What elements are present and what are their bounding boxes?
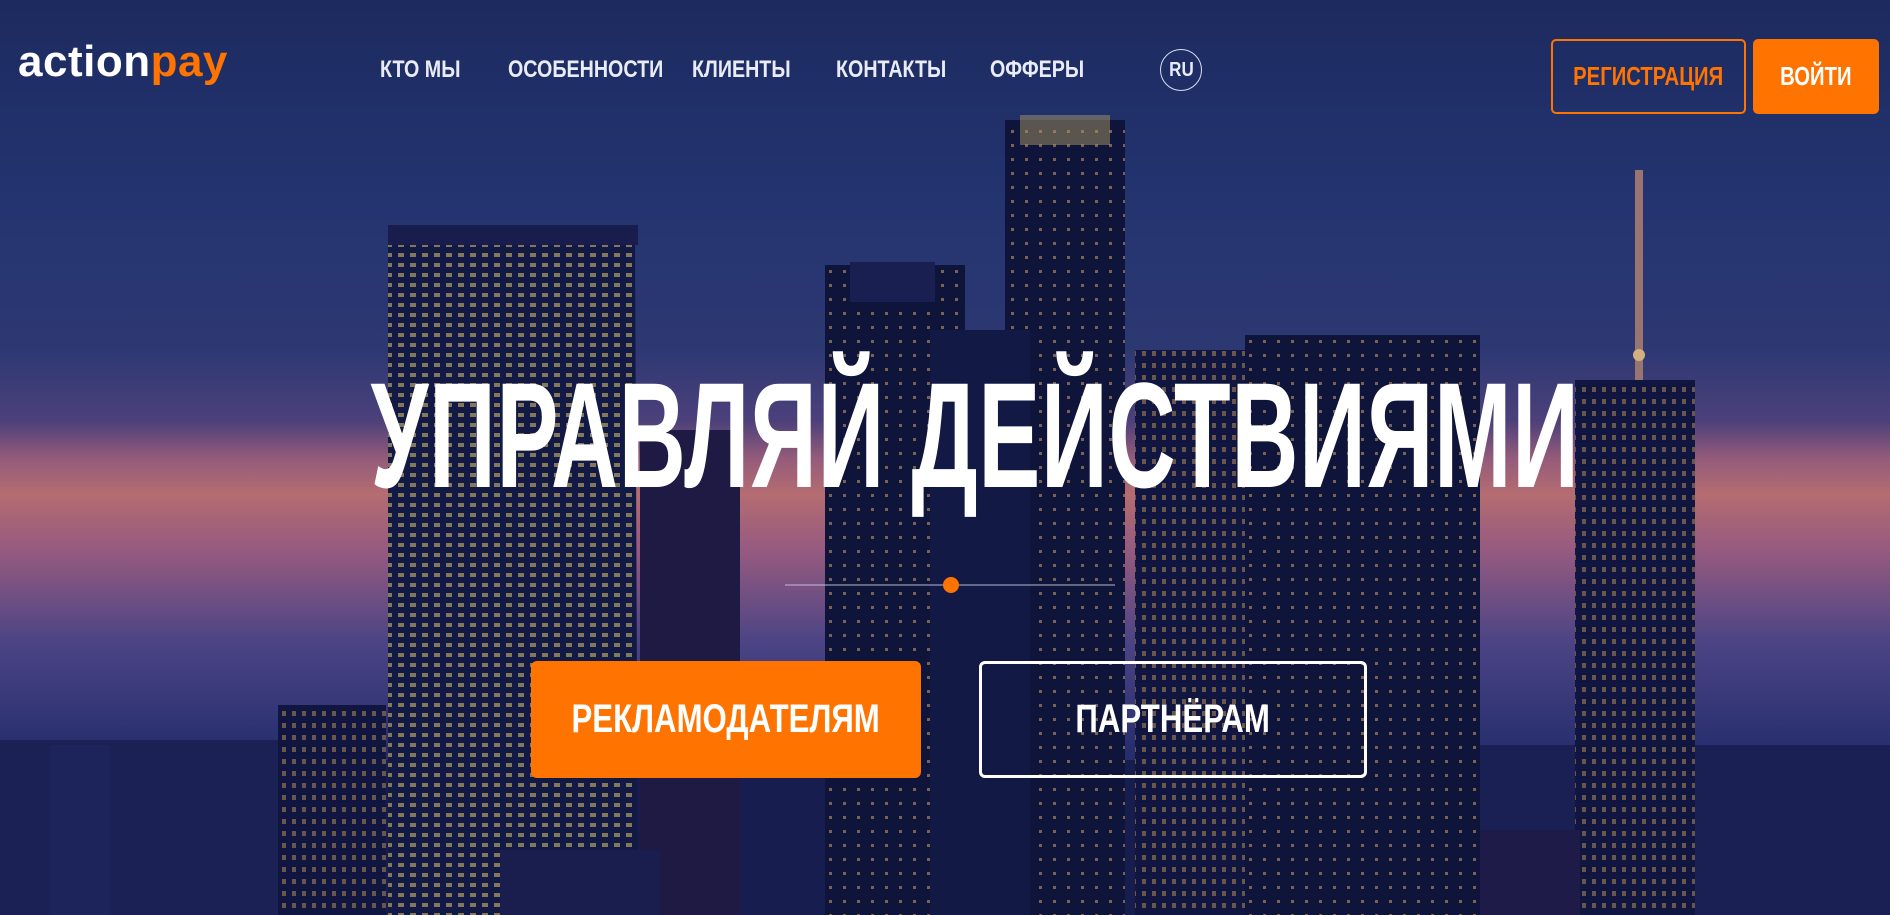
register-button[interactable]: РЕГИСТРАЦИЯ bbox=[1551, 39, 1746, 114]
partners-button-label: ПАРТНЁРАМ bbox=[1075, 697, 1271, 741]
hero-headline-text: УПРАВЛЯЙ ДЕЙСТВИЯМИ bbox=[370, 351, 1580, 519]
nav-item-clients[interactable]: КЛИЕНТЫ bbox=[692, 56, 791, 84]
hero-divider-dot bbox=[943, 577, 959, 593]
language-label: RU bbox=[1168, 58, 1194, 81]
nav-item-about[interactable]: КТО МЫ bbox=[380, 56, 460, 84]
hero-headline: УПРАВЛЯЙ ДЕЙСТВИЯМИ bbox=[0, 360, 1890, 510]
register-button-label: РЕГИСТРАЦИЯ bbox=[1573, 61, 1724, 91]
hero-section: actionpay КТО МЫ ОСОБЕННОСТИ КЛИЕНТЫ КОН… bbox=[0, 0, 1890, 915]
nav-item-offers[interactable]: ОФФЕРЫ bbox=[990, 56, 1084, 84]
login-button[interactable]: ВОЙТИ bbox=[1753, 39, 1879, 114]
advertisers-button-label: РЕКЛАМОДАТЕЛЯМ bbox=[571, 697, 881, 741]
partners-button[interactable]: ПАРТНЁРАМ bbox=[979, 661, 1367, 778]
nav-item-contacts[interactable]: КОНТАКТЫ bbox=[836, 56, 946, 84]
logo-text-action: action bbox=[18, 37, 151, 86]
nav-item-features[interactable]: ОСОБЕННОСТИ bbox=[508, 56, 663, 84]
language-switcher[interactable]: RU bbox=[1160, 49, 1202, 91]
logo-text-pay: pay bbox=[150, 37, 228, 86]
actionpay-logo[interactable]: actionpay bbox=[18, 40, 228, 84]
advertisers-button[interactable]: РЕКЛАМОДАТЕЛЯМ bbox=[531, 661, 921, 778]
login-button-label: ВОЙТИ bbox=[1780, 61, 1852, 91]
